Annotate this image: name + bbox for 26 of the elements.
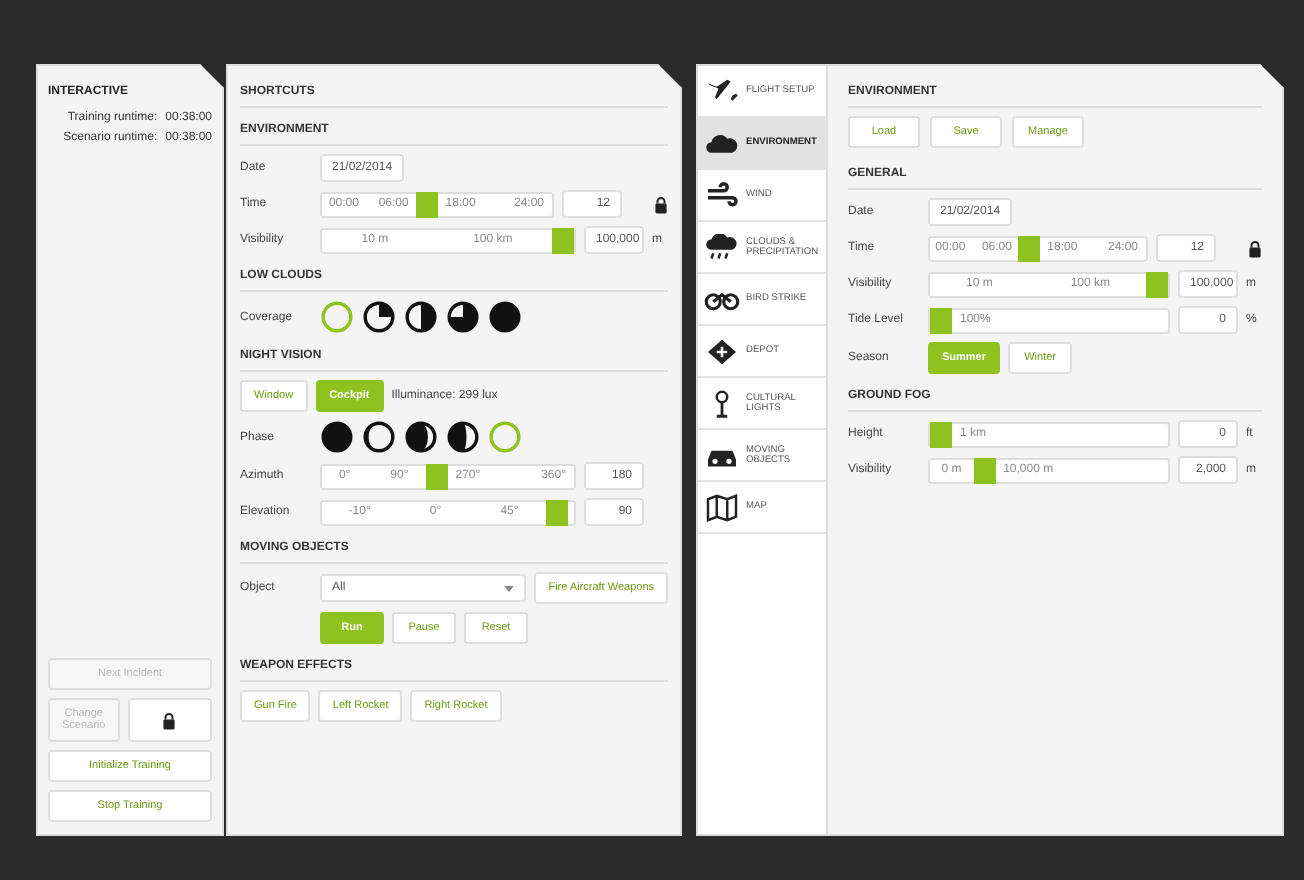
- wind-icon: [704, 181, 740, 209]
- slider-handle[interactable]: [973, 457, 996, 483]
- slider-handle[interactable]: [425, 463, 448, 489]
- moon-phase-option[interactable]: [362, 420, 396, 454]
- slider-handle[interactable]: [930, 421, 952, 447]
- slider-handle[interactable]: [1017, 235, 1040, 261]
- map-icon: [704, 493, 740, 521]
- cloud-coverage-option[interactable]: [362, 300, 396, 334]
- airplane-icon: [704, 77, 740, 105]
- cloud-icon: [704, 129, 740, 157]
- cloud-coverage-option[interactable]: [488, 300, 522, 334]
- slider-handle[interactable]: [545, 499, 568, 525]
- slider-handle[interactable]: [415, 191, 438, 217]
- moon-phase-option[interactable]: [446, 420, 480, 454]
- slider-handle[interactable]: [1146, 271, 1168, 297]
- slider-handle[interactable]: [930, 307, 952, 333]
- lock-icon: [162, 711, 177, 729]
- moon-phase-option[interactable]: [404, 420, 438, 454]
- diamond-sign-icon: [704, 337, 740, 365]
- cloud-coverage-option[interactable]: [404, 300, 438, 334]
- caret-icon: [504, 585, 515, 591]
- rain-cloud-icon: [704, 233, 740, 261]
- moon-phase-option[interactable]: [320, 420, 354, 454]
- slider-handle[interactable]: [552, 227, 574, 253]
- lock-button[interactable]: [127, 698, 212, 742]
- cloud-coverage-option[interactable]: [446, 300, 480, 334]
